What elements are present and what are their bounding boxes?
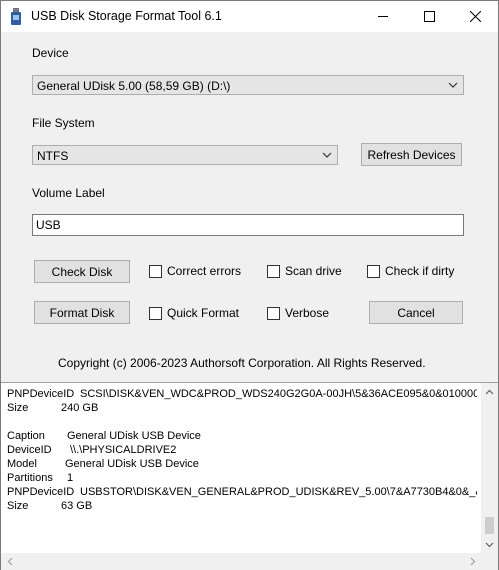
log-value: 240 GB	[61, 402, 99, 414]
scroll-thumb[interactable]	[485, 517, 494, 534]
log-value: General UDisk USB Device	[67, 430, 201, 442]
app-window: USB Disk Storage Format Tool 6.1 Device …	[0, 0, 499, 570]
checkbox-box	[367, 264, 380, 278]
refresh-devices-button[interactable]: Refresh Devices	[361, 143, 462, 166]
log-key: Model	[7, 458, 37, 470]
log-key: Size	[7, 402, 29, 414]
check-if-dirty-checkbox[interactable]: Check if dirty	[367, 263, 454, 279]
horizontal-scrollbar[interactable]	[1, 553, 481, 570]
scroll-up-button[interactable]	[481, 383, 498, 400]
chevron-up-icon	[485, 389, 494, 394]
quick-format-label: Quick Format	[167, 306, 240, 320]
minimize-icon	[377, 16, 388, 17]
log-value: USBSTOR\DISK&VEN_GENERAL&PROD_UDISK&REV_…	[80, 486, 477, 498]
minimize-button[interactable]	[360, 1, 406, 32]
volume-label-input[interactable]	[33, 215, 463, 235]
volume-label-label: Volume Label	[32, 186, 105, 200]
filesystem-select-value: NTFS	[37, 149, 69, 163]
close-icon	[469, 11, 481, 22]
scan-drive-checkbox[interactable]: Scan drive	[267, 263, 342, 279]
format-disk-button[interactable]: Format Disk	[34, 301, 130, 324]
filesystem-select[interactable]: NTFS	[32, 145, 338, 165]
log-value: SCSI\DISK&VEN_WDC&PROD_WDS240G2G0A-00JH\…	[80, 388, 477, 400]
quick-format-checkbox[interactable]: Quick Format	[149, 305, 239, 321]
checkbox-box	[149, 306, 162, 320]
cancel-button[interactable]: Cancel	[369, 301, 463, 324]
log-value: \\.\PHYSICALDRIVE2	[70, 444, 177, 456]
chevron-right-icon	[470, 557, 475, 566]
log-key: Size	[7, 500, 29, 512]
scrollbar-corner	[481, 553, 498, 570]
log-key: Caption	[7, 430, 45, 442]
usb-drive-icon	[9, 8, 23, 25]
device-select[interactable]: General UDisk 5.00 (58,59 GB) (D:\)	[32, 75, 464, 95]
scan-drive-label: Scan drive	[285, 264, 342, 278]
chevron-down-icon	[322, 152, 332, 158]
log-line: PNPDeviceID USBSTOR\DISK&VEN_GENERAL&PROD…	[7, 485, 477, 499]
check-if-dirty-label: Check if dirty	[385, 264, 455, 278]
log-line: PNPDeviceID SCSI\DISK&VEN_WDC&PROD_WDS240…	[7, 387, 477, 401]
vertical-scrollbar[interactable]	[481, 383, 498, 553]
log-line: Size 240 GB	[7, 401, 477, 415]
close-button[interactable]	[452, 1, 498, 32]
log-key: PNPDeviceID	[7, 486, 75, 498]
device-select-value: General UDisk 5.00 (58,59 GB) (D:\)	[37, 79, 231, 93]
log-line: Partitions 1	[7, 471, 477, 485]
log-value: 63 GB	[61, 500, 93, 512]
maximize-button[interactable]	[406, 1, 452, 32]
verbose-label: Verbose	[285, 306, 330, 320]
correct-errors-checkbox[interactable]: Correct errors	[149, 263, 241, 279]
check-disk-button[interactable]: Check Disk	[34, 260, 130, 283]
chevron-down-icon	[448, 82, 458, 88]
chevron-left-icon	[7, 557, 12, 566]
scroll-down-button[interactable]	[481, 536, 498, 553]
device-label: Device	[32, 46, 69, 60]
log-line: Caption General UDisk USB Device	[7, 429, 477, 443]
window-title: USB Disk Storage Format Tool 6.1	[31, 9, 222, 23]
log-value: 1	[67, 472, 74, 484]
correct-errors-label: Correct errors	[167, 264, 242, 278]
scroll-right-button[interactable]	[464, 553, 481, 570]
filesystem-label: File System	[32, 116, 95, 130]
chevron-down-icon	[485, 542, 494, 547]
log-value: General UDisk USB Device	[65, 458, 199, 470]
log-key: PNPDeviceID	[7, 388, 75, 400]
checkbox-box	[149, 264, 162, 278]
copyright-text: Copyright (c) 2006-2023 Authorsoft Corpo…	[58, 356, 426, 370]
checkbox-box	[267, 306, 280, 320]
title-bar[interactable]: USB Disk Storage Format Tool 6.1	[1, 1, 498, 32]
checkbox-box	[267, 264, 280, 278]
log-key: Partitions	[7, 472, 53, 484]
log-line: Size 63 GB	[7, 499, 477, 513]
volume-label-input-wrap	[32, 214, 464, 236]
maximize-icon	[423, 11, 435, 22]
log-lines: PNPDeviceID SCSI\DISK&VEN_WDC&PROD_WDS240…	[7, 387, 477, 513]
log-key: DeviceID	[7, 444, 52, 456]
scroll-left-button[interactable]	[1, 553, 18, 570]
device-info-log[interactable]: PNPDeviceID SCSI\DISK&VEN_WDC&PROD_WDS240…	[1, 382, 498, 570]
log-line: DeviceID \\.\PHYSICALDRIVE2	[7, 443, 477, 457]
verbose-checkbox[interactable]: Verbose	[267, 305, 329, 321]
log-line: Model General UDisk USB Device	[7, 457, 477, 471]
